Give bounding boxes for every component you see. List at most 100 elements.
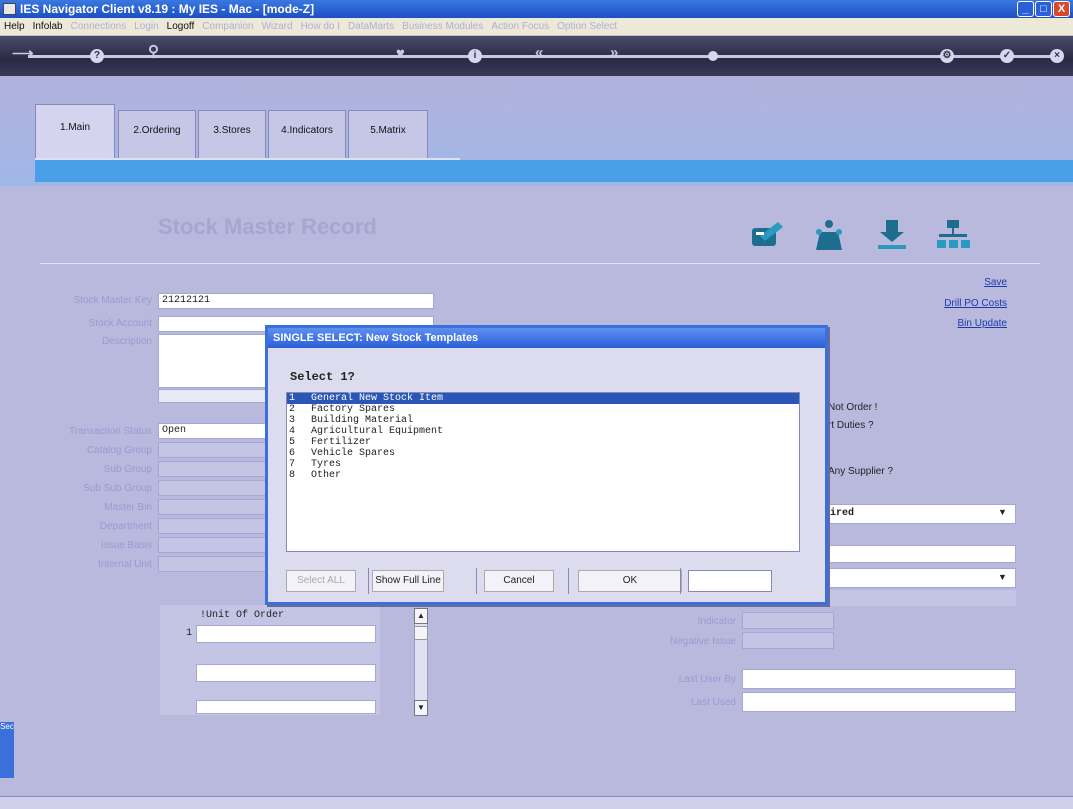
menu-item-infolab[interactable]: Infolab: [33, 21, 63, 32]
close-button[interactable]: X: [1053, 1, 1070, 17]
not-order-label: Not Order !: [828, 402, 878, 413]
help-icon[interactable]: ?: [90, 49, 104, 63]
issue-basis-label: Issue Basis: [100, 540, 152, 551]
list-item[interactable]: 6 Vehicle Spares: [287, 448, 799, 459]
tab-stores[interactable]: 3.Stores: [198, 110, 266, 162]
list-item-number: 1: [289, 393, 296, 404]
menu-item-login[interactable]: Login: [134, 21, 158, 32]
stock-master-key-label: Stock Master Key: [73, 295, 152, 306]
info-icon[interactable]: i: [468, 49, 482, 63]
scroll-up-icon[interactable]: ▲: [414, 608, 428, 624]
list-item[interactable]: 4 Agricultural Equipment: [287, 426, 799, 437]
unit-of-order-cell[interactable]: [196, 625, 376, 643]
maximize-button[interactable]: □: [1035, 1, 1052, 17]
list-item[interactable]: 2 Factory Spares: [287, 404, 799, 415]
template-list[interactable]: 1 General New Stock Item 2 Factory Spares 3 B…: [286, 392, 800, 552]
list-item-label: Vehicle Spares: [311, 448, 396, 459]
menu-item-action-focus[interactable]: Action Focus: [491, 21, 549, 32]
duties-label: rt Duties ?: [828, 420, 874, 431]
menu-item-option-select[interactable]: Option Select: [557, 21, 617, 32]
indicator-field[interactable]: [742, 612, 834, 629]
chevron-down-icon[interactable]: ▼: [998, 507, 1007, 517]
menu-item-help[interactable]: Help: [4, 21, 25, 32]
tab-indicators[interactable]: 4.Indicators: [268, 110, 346, 162]
divider: [680, 568, 681, 594]
side-tab[interactable]: Sec: [0, 722, 14, 778]
drill-po-costs-link[interactable]: Drill PO Costs: [900, 298, 1007, 309]
scroll-thumb[interactable]: [414, 626, 428, 640]
stock-master-key-field[interactable]: 21212121: [158, 293, 434, 309]
right-field[interactable]: [826, 545, 1016, 563]
select-input[interactable]: [688, 570, 772, 592]
negative-issue-field[interactable]: [742, 632, 834, 649]
page-title: Stock Master Record: [158, 214, 377, 239]
last-used-field[interactable]: [742, 692, 1016, 712]
last-used-label: Last Used: [690, 697, 736, 708]
menu-item-connections[interactable]: Connections: [71, 21, 127, 32]
dialog-title: SINGLE SELECT: New Stock Templates: [268, 328, 825, 348]
menu-item-companion[interactable]: Companion: [202, 21, 253, 32]
list-item[interactable]: 7 Tyres: [287, 459, 799, 470]
gear-icon[interactable]: ⚙: [940, 49, 954, 63]
menu-item-datamarts[interactable]: DataMarts: [348, 21, 394, 32]
internal-unit-label: Internal Unit: [98, 559, 152, 570]
unit-of-order-cell[interactable]: [196, 664, 376, 682]
select-field[interactable]: ired: [826, 504, 1016, 524]
search-icon[interactable]: ⚲: [148, 42, 159, 60]
app-icon: [3, 3, 16, 15]
toolbar: ⟶ ? ⚲ ♥ i « » ⚙ ✓ ×: [0, 36, 1073, 76]
menu-item-business-modules[interactable]: Business Modules: [402, 21, 483, 32]
heart-icon[interactable]: ♥: [396, 45, 405, 62]
sub-sub-group-label: Sub Sub Group: [83, 483, 152, 494]
window-title: IES Navigator Client v8.19 : My IES - Ma…: [20, 2, 315, 16]
single-select-dialog: SINGLE SELECT: New Stock Templates Selec…: [265, 325, 828, 605]
download-icon[interactable]: [873, 218, 911, 252]
department-label: Department: [99, 521, 152, 532]
list-item-label: Factory Spares: [311, 404, 396, 415]
forward-icon[interactable]: »: [610, 44, 618, 61]
scroll-down-icon[interactable]: ▼: [414, 700, 428, 716]
list-item[interactable]: 8 Other: [287, 470, 799, 481]
edit-record-icon[interactable]: [748, 218, 786, 252]
chevron-down-icon[interactable]: ▼: [998, 572, 1007, 582]
last-user-field[interactable]: [742, 669, 1016, 689]
list-item[interactable]: 5 Fertilizer: [287, 437, 799, 448]
ok-button[interactable]: OK: [578, 570, 682, 592]
close-icon[interactable]: ×: [1050, 49, 1064, 63]
back-icon[interactable]: «: [535, 44, 543, 61]
bin-update-link[interactable]: Bin Update: [900, 318, 1007, 329]
list-item[interactable]: 3 Building Material: [287, 415, 799, 426]
list-item-number: 4: [289, 426, 296, 437]
unit-of-order-header: !Unit Of Order: [200, 610, 285, 621]
arrow-icon[interactable]: ⟶: [12, 44, 34, 62]
users-icon[interactable]: [810, 218, 848, 252]
right-select-field-2[interactable]: [826, 568, 1016, 588]
catalog-group-label: Catalog Group: [86, 445, 152, 456]
menu-item-how-do-i[interactable]: How do I: [301, 21, 340, 32]
unit-of-order-cell[interactable]: [196, 700, 376, 714]
unit-row-number: 1: [186, 628, 193, 639]
save-link[interactable]: Save: [900, 277, 1007, 288]
check-icon[interactable]: ✓: [1000, 49, 1014, 63]
list-item-label: Fertilizer: [311, 437, 372, 448]
list-item-label: Tyres: [311, 459, 342, 470]
marker-icon[interactable]: [708, 51, 718, 61]
tab-ordering[interactable]: 2.Ordering: [118, 110, 196, 162]
show-full-line-button[interactable]: Show Full Line: [372, 570, 444, 592]
hierarchy-icon[interactable]: [934, 218, 972, 252]
list-item-label: Agricultural Equipment: [311, 426, 444, 437]
menu-item-logoff[interactable]: Logoff: [167, 21, 195, 32]
cancel-button[interactable]: Cancel: [484, 570, 554, 592]
last-user-label: Last User By: [678, 674, 736, 685]
status-bar: [0, 796, 1073, 809]
tab-matrix[interactable]: 5.Matrix: [348, 110, 428, 162]
select-all-button[interactable]: Select ALL: [286, 570, 356, 592]
minimize-button[interactable]: _: [1017, 1, 1034, 17]
negative-issue-label: Negative Issue: [669, 636, 736, 647]
menu-item-wizard[interactable]: Wizard: [261, 21, 292, 32]
list-item-label: Other: [311, 470, 342, 481]
tab-strip: [35, 160, 1073, 182]
divider: [476, 568, 477, 594]
tab-main[interactable]: 1.Main: [35, 104, 115, 162]
list-item[interactable]: 1 General New Stock Item: [287, 393, 799, 404]
